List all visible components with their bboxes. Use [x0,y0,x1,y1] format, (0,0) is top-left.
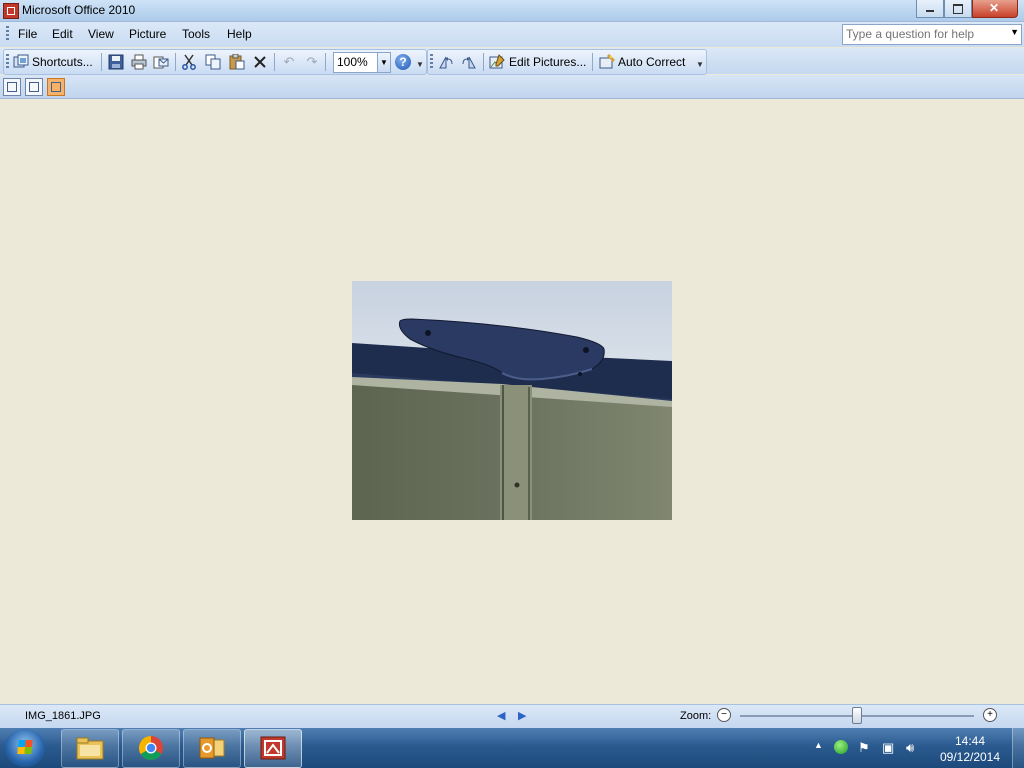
zoom-in-icon[interactable]: + [983,708,997,722]
taskbar-picture-manager[interactable] [244,729,302,768]
menu-tools[interactable]: Tools [182,27,210,41]
cut-icon[interactable] [181,54,197,70]
filmstrip-view-button[interactable] [25,78,43,96]
minimize-button[interactable] [916,0,944,18]
title-bar: Microsoft Office 2010 [0,0,1024,22]
single-picture-view-button[interactable] [47,78,65,96]
chrome-icon [138,736,163,761]
network-status-icon[interactable] [834,740,848,754]
outlook-icon [199,737,225,759]
chevron-down-icon[interactable]: ▼ [377,53,390,72]
toolbar-grip[interactable] [430,54,433,70]
thumbnail-view-button[interactable] [3,78,21,96]
redo-icon[interactable]: ↷ [304,54,320,70]
menu-view[interactable]: View [88,27,114,41]
show-hidden-icons-icon[interactable]: ▲ [814,740,823,750]
toolbar-options-chevron-icon[interactable]: ▼ [696,60,704,69]
status-bar: IMG_1861.JPG ◀ ▶ Zoom: − + [0,704,1024,728]
view-toolbar [0,75,1024,99]
picture-manager-icon [3,3,19,19]
windows-explorer-icon [76,737,104,760]
close-button[interactable] [972,0,1018,18]
taskbar-chrome[interactable] [122,729,180,768]
toolbar-separator [483,53,484,71]
menu-file[interactable]: File [18,27,37,41]
print-icon[interactable] [131,54,147,70]
zoom-slider-thumb[interactable] [852,707,862,724]
menu-grip[interactable] [6,26,9,42]
toolbar-separator [592,53,593,71]
picture-manager-icon [260,736,286,760]
toolbar-group-picture: Edit Pictures... Auto Correct ▼ [427,49,707,75]
standard-toolbar: Shortcuts... ↶ ↷ 100% ▼ ? ▼ Edit Picture… [0,48,1024,75]
edit-pictures-button[interactable]: Edit Pictures... [509,55,586,69]
next-picture-icon[interactable]: ▶ [518,709,526,722]
zoom-label: Zoom: [680,710,712,722]
toolbar-grip[interactable] [6,54,9,70]
window-title: Microsoft Office 2010 [22,3,136,17]
rotate-right-icon[interactable] [461,54,477,70]
filmstrip-view-icon [29,82,39,92]
picture-canvas[interactable] [0,99,1024,704]
delete-icon[interactable] [252,54,268,70]
toolbar-separator [274,53,275,71]
thumbnail-view-icon [7,82,17,92]
edit-pictures-icon [489,54,505,70]
show-desktop-button[interactable] [1012,728,1024,768]
system-clock[interactable]: 14:44 09/12/2014 [938,733,1002,765]
chevron-down-icon[interactable]: ▼ [1010,27,1019,37]
menu-edit[interactable]: Edit [52,27,73,41]
single-picture-view-icon [51,82,61,92]
clock-date: 09/12/2014 [939,750,1001,764]
toolbar-separator [101,53,102,71]
restore-button[interactable] [944,0,972,18]
zoom-out-icon[interactable]: − [717,708,731,722]
action-center-flag-icon[interactable]: ⚑ [858,740,870,756]
email-icon[interactable] [153,54,169,70]
help-icon[interactable]: ? [395,54,411,70]
auto-correct-button[interactable]: Auto Correct [618,55,685,69]
network-icon[interactable]: ▣ [882,740,894,756]
volume-icon[interactable]: 🔊︎ [906,740,914,756]
toolbar-options-chevron-icon[interactable]: ▼ [416,60,424,69]
rotate-left-icon[interactable] [438,54,454,70]
auto-correct-icon [599,54,615,70]
undo-icon[interactable]: ↶ [281,54,297,70]
menu-picture[interactable]: Picture [129,27,166,41]
toolbar-separator [325,53,326,71]
picture-preview [352,281,672,520]
taskbar-outlook[interactable] [183,729,241,768]
taskbar-explorer[interactable] [61,729,119,768]
zoom-combo[interactable]: 100% ▼ [333,52,391,73]
help-search-input[interactable] [843,25,1006,42]
shortcuts-icon [13,54,29,70]
clock-time: 14:44 [954,734,986,748]
zoom-value[interactable]: 100% [337,55,368,69]
save-icon[interactable] [108,54,124,70]
taskbar: ▲ ⚑ ▣ 🔊︎ 14:44 09/12/2014 [0,728,1024,768]
copy-icon[interactable] [205,54,221,70]
help-search-box[interactable]: ▼ [842,24,1022,45]
current-filename: IMG_1861.JPG [25,710,101,722]
paste-icon[interactable] [229,54,245,70]
toolbar-group-standard: Shortcuts... ↶ ↷ 100% ▼ ? ▼ [3,49,427,75]
start-button[interactable] [5,729,45,767]
previous-picture-icon[interactable]: ◀ [497,709,505,722]
toolbar-separator [175,53,176,71]
menu-bar: File Edit View Picture Tools Help ▼ [0,22,1024,47]
shortcuts-button[interactable]: Shortcuts... [32,55,93,69]
menu-help[interactable]: Help [227,27,252,41]
window-controls [916,0,1018,18]
